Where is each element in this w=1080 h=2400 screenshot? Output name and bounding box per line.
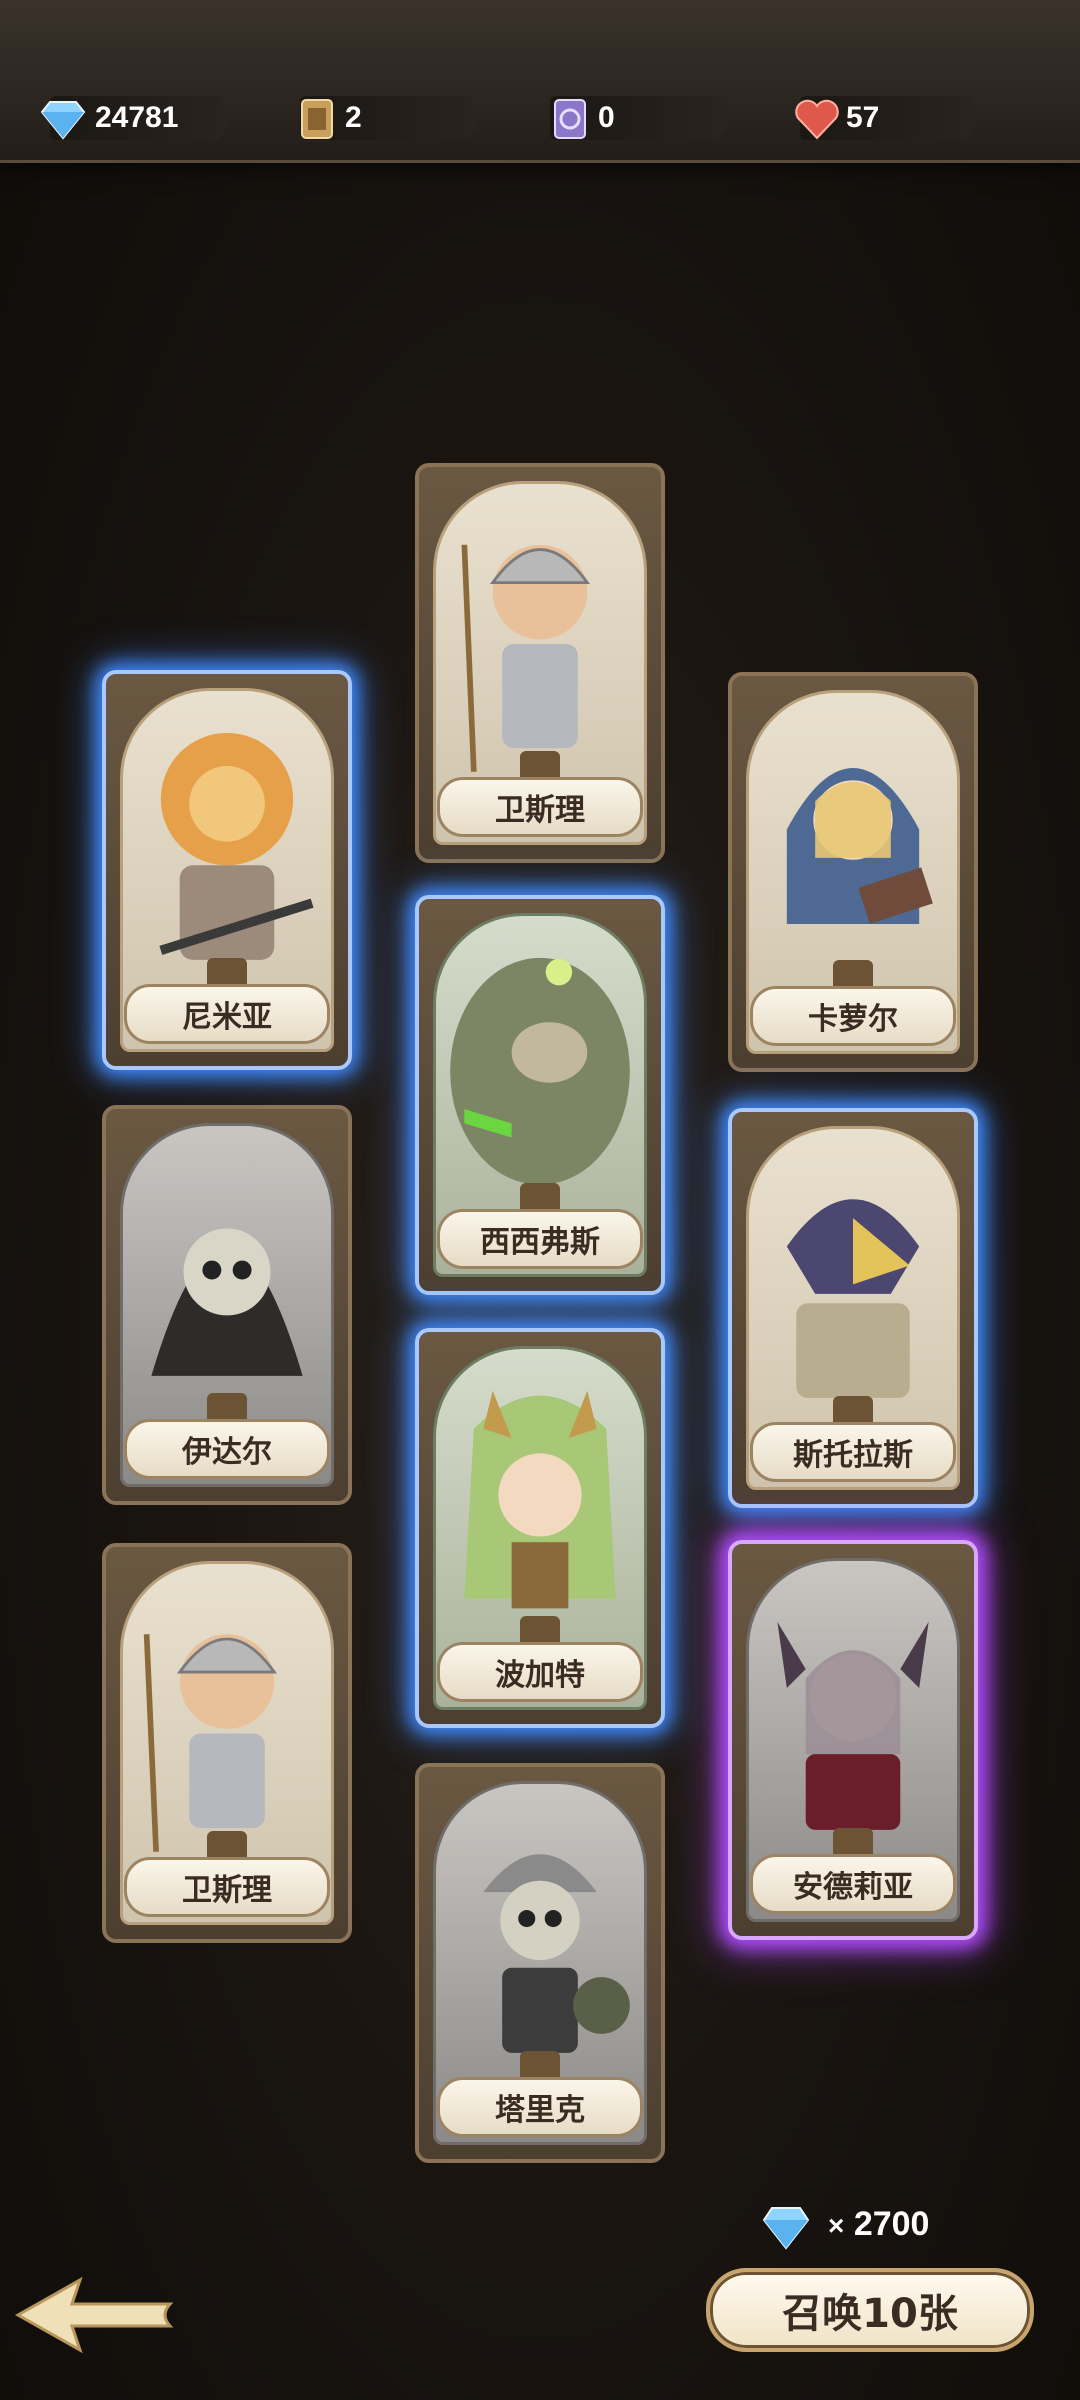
hero-name: 尼米亚 bbox=[124, 984, 330, 1044]
hero-name: 安德莉亚 bbox=[750, 1854, 956, 1914]
hero-card[interactable]: 卫斯理 bbox=[102, 1543, 352, 1943]
hero-name: 波加特 bbox=[437, 1642, 643, 1702]
diamond-count: 24781 bbox=[95, 101, 179, 134]
summon-10-button[interactable]: 召唤10张 bbox=[706, 2268, 1034, 2352]
hero-name: 卡萝尔 bbox=[750, 986, 956, 1046]
hero-card[interactable]: 安德莉亚 bbox=[728, 1540, 978, 1940]
diamond-icon bbox=[40, 101, 86, 140]
hero-card[interactable]: 尼米亚 bbox=[102, 670, 352, 1070]
hero-card[interactable]: 波加特 bbox=[415, 1328, 665, 1728]
hero-card[interactable]: 卡萝尔 bbox=[728, 672, 978, 1072]
hero-name: 卫斯理 bbox=[124, 1857, 330, 1917]
heart-count: 57 bbox=[846, 101, 880, 134]
scroll-count: 2 bbox=[345, 101, 362, 134]
scroll-icon bbox=[301, 99, 333, 139]
cost-value: 2700 bbox=[853, 2205, 930, 2243]
hero-name: 卫斯理 bbox=[437, 777, 643, 837]
summon-cost: × 2700 bbox=[828, 2205, 929, 2244]
hero-name: 斯托拉斯 bbox=[750, 1422, 956, 1482]
hero-card[interactable]: 西西弗斯 bbox=[415, 895, 665, 1295]
heart-icon bbox=[795, 99, 839, 140]
hero-card[interactable]: 卫斯理 bbox=[415, 463, 665, 863]
hero-card[interactable]: 伊达尔 bbox=[102, 1105, 352, 1505]
hero-name: 塔里克 bbox=[437, 2077, 643, 2137]
hero-card[interactable]: 塔里克 bbox=[415, 1763, 665, 2163]
diamond-icon bbox=[762, 2207, 810, 2250]
hero-name: 伊达尔 bbox=[124, 1419, 330, 1479]
hero-name: 西西弗斯 bbox=[437, 1209, 643, 1269]
cost-multiplier: × bbox=[828, 2210, 845, 2241]
resource-bar: 24781 2 0 57 bbox=[0, 0, 1080, 163]
back-arrow-icon[interactable] bbox=[10, 2270, 180, 2360]
ticket-count: 0 bbox=[598, 101, 615, 134]
purple-ticket-icon bbox=[554, 99, 586, 139]
hero-card[interactable]: 斯托拉斯 bbox=[728, 1108, 978, 1508]
